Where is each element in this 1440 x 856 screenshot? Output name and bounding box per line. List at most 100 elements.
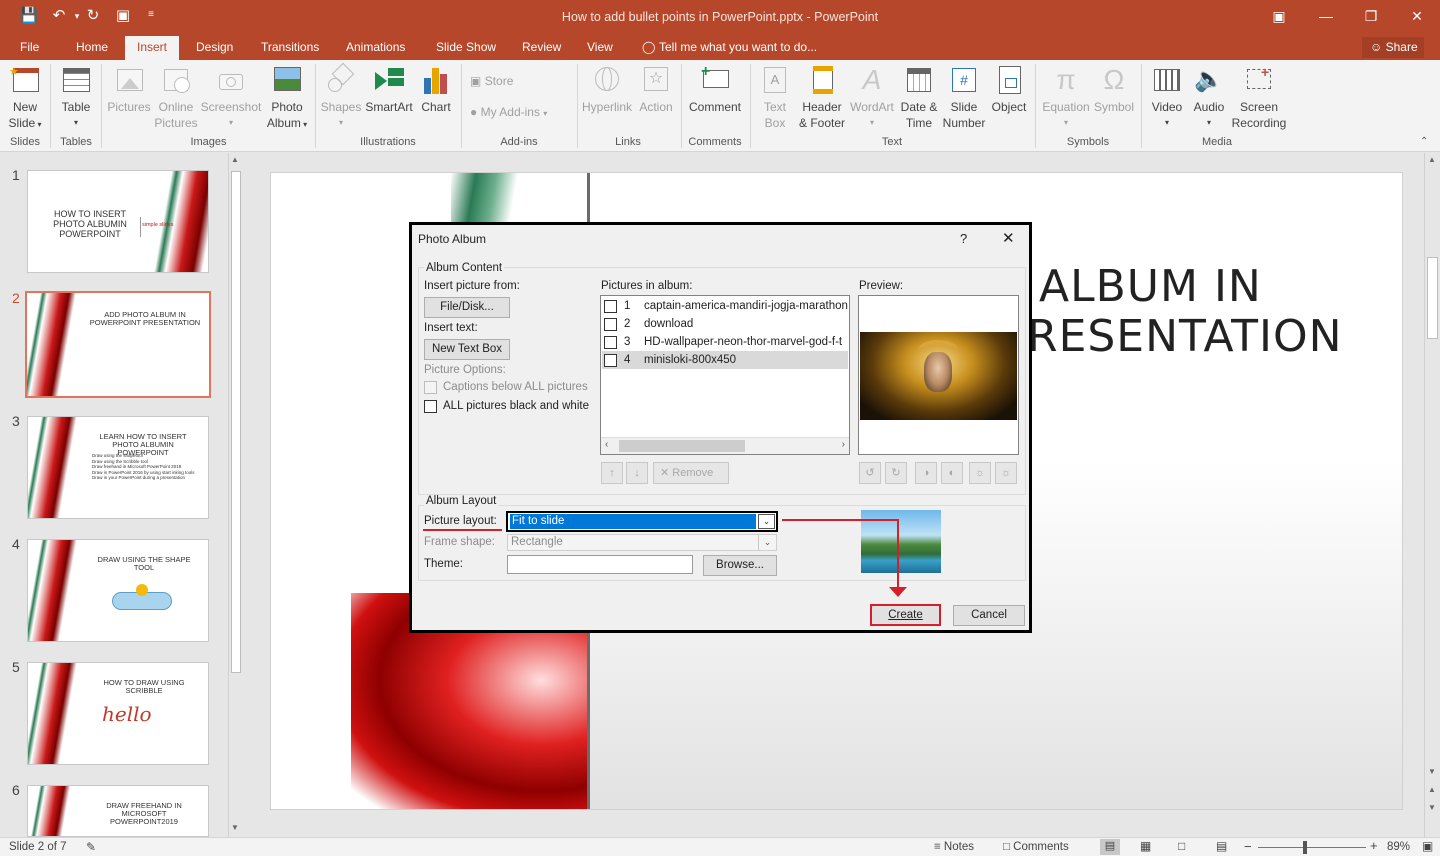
slide-show-icon[interactable]: ▤ [1216,839,1227,853]
picture-checkbox[interactable] [604,318,617,331]
action-button[interactable]: ☆ Action [636,64,676,115]
picture-checkbox[interactable] [604,300,617,313]
picture-layout-select[interactable]: Fit to slide ⌄ [506,511,778,532]
online-pictures-icon [160,64,192,96]
equation-button[interactable]: π Equation ▾ [1040,64,1092,131]
scroll-up-icon[interactable]: ▲ [231,155,239,164]
new-text-box-button[interactable]: New Text Box [424,339,510,360]
restore-icon[interactable]: ❐ [1360,8,1382,25]
picture-list-item-2[interactable]: 2 download [602,315,848,333]
normal-view-icon[interactable]: ▤ [1100,839,1120,855]
slide-thumbnail-3[interactable]: LEARN HOW TO INSERT PHOTO ALBUMIN POWERP… [27,416,209,519]
new-slide-button[interactable]: ★ New Slide ▾ [4,64,46,133]
black-white-checkbox[interactable] [424,400,437,413]
browse-button[interactable]: Browse... [703,555,777,576]
zoom-slider-thumb[interactable] [1303,841,1307,854]
cancel-button[interactable]: Cancel [953,605,1025,626]
tab-animations[interactable]: Animations [346,40,405,54]
tab-home[interactable]: Home [76,40,108,54]
zoom-out-icon[interactable]: − [1244,839,1252,854]
share-button[interactable]: ☺ Share [1362,37,1424,58]
thumbnail-scrollbar[interactable]: ▲ ▼ [228,153,242,837]
wordart-button[interactable]: A WordArt ▾ [848,64,896,131]
picture-checkbox[interactable] [604,354,617,367]
slide-thumbnail-6[interactable]: DRAW FREEHAND IN MICROSOFT POWERPOINT201… [27,785,209,837]
notes-button[interactable]: ≡ Notes [934,841,974,853]
tab-transitions[interactable]: Transitions [261,40,319,54]
tab-slide-show[interactable]: Slide Show [436,40,496,54]
screenshot-button[interactable]: Screenshot ▾ [200,64,262,131]
slide-sorter-icon[interactable]: ▦ [1140,839,1151,853]
tab-insert[interactable]: Insert [125,36,180,60]
list-hscrollbar[interactable]: ‹ › [601,437,849,454]
store-button[interactable]: ▣ Store [470,74,513,88]
pictures-button[interactable]: Pictures [106,64,152,115]
smartart-button[interactable]: SmartArt [364,64,414,115]
table-button[interactable]: Table ▾ [56,64,96,131]
zoom-level[interactable]: 89% [1387,841,1410,853]
tell-me-box[interactable]: Tell me what you want to do... [659,40,817,54]
shapes-button[interactable]: Shapes ▾ [320,62,362,131]
video-button[interactable]: Video ▾ [1146,64,1188,131]
next-slide-icon[interactable]: ▼ [1428,803,1436,812]
slide-thumbnail-4[interactable]: DRAW USING THE SHAPE TOOL [27,539,209,642]
slide-scrollbar[interactable]: ▲ ▼ ▲ ▼ [1424,153,1440,837]
preview-pane [858,295,1019,455]
minimize-icon[interactable]: — [1315,8,1337,24]
tab-design[interactable]: Design [196,40,233,54]
picture-options-label: Picture Options: [424,364,506,376]
comments-button[interactable]: □ Comments [1003,841,1069,853]
audio-button[interactable]: 🔈 Audio ▾ [1190,64,1228,131]
picture-list-item-4[interactable]: 4 minisloki-800x450 [602,351,848,369]
chart-button[interactable]: Chart [416,64,456,115]
zoom-slider[interactable] [1258,841,1366,854]
scroll-down-icon[interactable]: ▼ [231,823,239,832]
date-time-button[interactable]: Date & Time [898,64,940,131]
reading-view-icon[interactable]: □ [1178,839,1185,853]
close-icon[interactable]: ✕ [1002,229,1015,247]
symbol-button[interactable]: Ω Symbol [1092,64,1136,115]
captions-checkbox [424,381,437,394]
previous-slide-icon[interactable]: ▲ [1428,785,1436,794]
tab-review[interactable]: Review [522,40,561,54]
scroll-right-icon[interactable]: › [842,439,845,450]
picture-list-item-1[interactable]: 1 captain-america-mandiri-jogja-marathon [602,297,848,315]
scroll-left-icon[interactable]: ‹ [605,439,608,450]
spell-check-icon[interactable]: ✎ [86,840,96,854]
scrollbar-thumb[interactable] [619,440,745,452]
scrollbar-thumb[interactable] [231,171,241,673]
decrease-contrast-button: ◐ [941,462,963,484]
photo-album-button[interactable]: Photo Album ▾ [265,64,309,133]
my-addins-button[interactable]: ● My Add-ins ▾ [470,105,547,119]
slide-thumbnail-1[interactable]: HOW TO INSERT PHOTO ALBUMIN POWERPOINT s… [27,170,209,273]
header-footer-button[interactable]: Header & Footer [798,64,846,131]
screen-recording-button[interactable]: + Screen Recording [1230,64,1288,131]
tab-file[interactable]: File [20,40,39,54]
tab-view[interactable]: View [587,40,613,54]
create-button[interactable]: Create [870,604,941,626]
scroll-up-icon[interactable]: ▲ [1428,155,1436,164]
scroll-down-icon[interactable]: ▼ [1428,767,1436,776]
ribbon-display-options-icon[interactable]: ▣ [1268,8,1290,25]
chevron-down-icon[interactable]: ⌄ [758,514,775,529]
help-button[interactable]: ? [960,231,967,246]
hyperlink-button[interactable]: Hyperlink [580,64,634,115]
picture-checkbox[interactable] [604,336,617,349]
omega-icon: Ω [1103,64,1125,95]
slide-number-button[interactable]: # Slide Number [942,64,986,131]
scrollbar-thumb[interactable] [1427,257,1438,339]
picture-list-item-3[interactable]: 3 HD-wallpaper-neon-thor-marvel-god-f-t [602,333,848,351]
online-pictures-button[interactable]: Online Pictures [154,64,198,131]
text-box-button[interactable]: A Text Box [754,64,796,131]
close-icon[interactable]: ✕ [1406,8,1428,25]
collapse-ribbon-icon[interactable]: ⌃ [1420,136,1428,147]
fit-to-window-icon[interactable]: ▣ [1422,839,1433,853]
slide-thumbnail-2[interactable]: ADD PHOTO ALBUM IN POWERPOINT PRESENTATI… [25,291,211,398]
slide-thumbnail-5[interactable]: HOW TO DRAW USING SCRIBBLE hello [27,662,209,765]
object-button[interactable]: Object [988,64,1030,115]
pictures-list[interactable]: 1 captain-america-mandiri-jogja-marathon … [600,295,850,455]
file-disk-button[interactable]: File/Disk... [424,297,510,318]
theme-input[interactable] [507,555,693,574]
comment-button[interactable]: + Comment [686,64,744,115]
zoom-in-icon[interactable]: + [1370,838,1378,853]
